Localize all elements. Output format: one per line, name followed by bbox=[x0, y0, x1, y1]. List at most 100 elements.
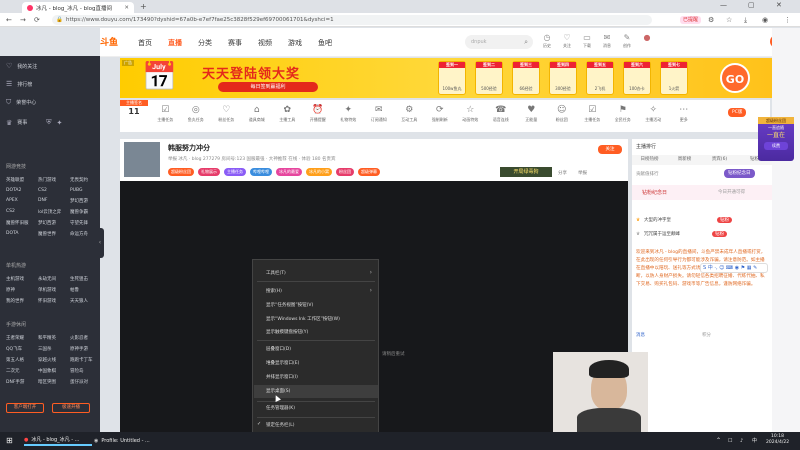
nav-home[interactable]: 首页 bbox=[138, 38, 152, 48]
prize-card[interactable]: 签到一 100w鱼丸 bbox=[438, 61, 466, 95]
category-link[interactable]: 穿越火线 bbox=[38, 357, 70, 363]
fan-club-card[interactable]: 超级粉丝团 一直追随 一直在 续费 bbox=[758, 117, 794, 161]
category-link[interactable]: DOTA bbox=[6, 231, 38, 237]
network-icon[interactable]: ☐ bbox=[728, 436, 732, 446]
tool-item[interactable]: ⚙ 互动工具 bbox=[394, 103, 425, 123]
create-button[interactable]: ✎ 创作 bbox=[620, 33, 634, 49]
profile-icon[interactable]: ◉ bbox=[762, 16, 768, 24]
menu-item-search[interactable]: 搜索(H) bbox=[266, 288, 282, 294]
category-link[interactable]: 帕鲁 bbox=[70, 287, 102, 293]
report-button[interactable]: 举报 bbox=[578, 170, 587, 176]
tool-item[interactable]: ✉ 订阅通知 bbox=[364, 103, 395, 123]
room-tag[interactable]: 冰凡的小窝 bbox=[306, 168, 332, 176]
category-link[interactable]: 天天狼人 bbox=[70, 298, 102, 304]
chat-score-tag[interactable]: 积分 bbox=[702, 332, 711, 338]
tray-up-icon[interactable]: ⌃ bbox=[716, 436, 721, 446]
ime-indicator[interactable]: 中 bbox=[752, 436, 757, 446]
tab-week[interactable]: 周新榜 bbox=[667, 155, 702, 165]
tool-item[interactable]: ☑ 主播任务 bbox=[150, 103, 181, 123]
category-link[interactable]: 我的世界 bbox=[6, 298, 38, 304]
category-link[interactable]: 和平精英 bbox=[38, 335, 70, 341]
nav-games[interactable]: 游戏 bbox=[288, 38, 302, 48]
tool-item[interactable]: ⋯ 更多 bbox=[669, 103, 700, 123]
reload-icon[interactable]: ⟳ bbox=[34, 16, 40, 24]
collapse-sidebar-handle[interactable]: ‹ bbox=[96, 228, 104, 258]
category-link[interactable]: 怀旧游戏 bbox=[38, 298, 70, 304]
emoji-toolbar[interactable]: S 中 ·, ☺ ⌨ ◉ ⚑ ▦ ✎ bbox=[700, 263, 768, 273]
category-link[interactable]: 原神手游 bbox=[70, 346, 102, 352]
category-link[interactable]: 跑跑卡丁车 bbox=[70, 357, 102, 363]
category-link[interactable]: 魔兽世界 bbox=[38, 231, 70, 237]
prize-card[interactable]: 签到七 1火箭 bbox=[660, 61, 688, 95]
category-link[interactable]: 无畏契约 bbox=[70, 177, 102, 183]
forward-icon[interactable]: → bbox=[20, 16, 26, 24]
prize-card[interactable]: 签到三 66经验 bbox=[512, 61, 540, 95]
room-tag[interactable]: 超级弹幕 bbox=[358, 168, 380, 176]
back-icon[interactable]: ← bbox=[6, 16, 12, 24]
event-banner-button[interactable]: 开局绿毒狗 bbox=[500, 167, 552, 177]
tool-item[interactable]: ♥ 正能量 bbox=[516, 103, 547, 123]
room-tag[interactable]: 主播任务 bbox=[224, 168, 246, 176]
room-tag[interactable]: 超级粉丝团 bbox=[168, 168, 194, 176]
nav-live[interactable]: 直播 bbox=[168, 38, 182, 48]
signin-banner[interactable]: 广告 📅 天天登陆领大奖 每日签到赢福利 签到一 100w鱼丸 签到二 500经验 签到… bbox=[120, 58, 772, 98]
category-link[interactable]: 单机游戏 bbox=[38, 287, 70, 293]
douyu-logo[interactable]: 斗鱼 bbox=[100, 35, 118, 48]
client-open-button[interactable]: 客户端打开 bbox=[6, 403, 44, 413]
close-tab-icon[interactable]: ✕ bbox=[124, 5, 129, 11]
category-link[interactable]: 中国象棋 bbox=[38, 368, 70, 374]
nav-video[interactable]: 视频 bbox=[258, 38, 272, 48]
address-bar[interactable]: 🔒 https://www.douyu.com/173490?dyshid=67… bbox=[52, 15, 652, 25]
menu-item-ink-workspace[interactable]: 显示“Windows Ink 工作区”按钮(W) bbox=[266, 316, 340, 322]
download-icon[interactable]: ⤓ bbox=[744, 16, 747, 24]
sidebar-item-events[interactable]: ♛ 赛事 ⛨ ✦ bbox=[6, 118, 62, 127]
volume-icon[interactable]: ♪ bbox=[740, 436, 743, 446]
close-window-icon[interactable]: ✕ bbox=[776, 1, 782, 9]
extension-badge[interactable]: 已提醒 bbox=[680, 16, 702, 24]
windows-start-icon[interactable]: ⊞ bbox=[6, 436, 13, 446]
prize-card[interactable]: 签到四 300经验 bbox=[549, 61, 577, 95]
tool-item[interactable]: ✿ 主播工具 bbox=[272, 103, 303, 123]
category-link[interactable]: 生死狙击 bbox=[70, 276, 102, 282]
tab-day[interactable]: 日榜热榜 bbox=[632, 155, 667, 165]
category-link[interactable]: CS2 bbox=[38, 188, 70, 193]
anchor-level[interactable]: 主播签名 11 bbox=[120, 100, 148, 130]
category-link[interactable]: 魔兽争霸 bbox=[70, 209, 102, 215]
category-link[interactable]: 冒险岛 bbox=[70, 368, 102, 374]
bookmark-icon[interactable]: ☆ bbox=[726, 16, 732, 24]
tool-item[interactable]: ✦ 礼物特效 bbox=[333, 103, 364, 123]
menu-item-lock-taskbar[interactable]: 锁定任务栏(L) bbox=[266, 422, 295, 428]
tool-item[interactable]: ♡ 粉丝任务 bbox=[211, 103, 242, 123]
category-link[interactable]: 二次元 bbox=[6, 368, 38, 374]
tool-item[interactable]: ☆ 动画特效 bbox=[455, 103, 486, 123]
category-link[interactable]: 暗区突围 bbox=[38, 379, 70, 385]
share-button[interactable]: 分享 bbox=[558, 170, 567, 176]
category-link[interactable]: CS2 bbox=[6, 209, 38, 215]
anchor-avatar[interactable] bbox=[124, 142, 160, 177]
category-link[interactable]: 热门游戏 bbox=[38, 177, 70, 183]
browser-tab-active[interactable]: 冰凡 - blog_冰凡 - blog直播间 ✕ bbox=[22, 2, 134, 13]
search-input[interactable]: dnpuk ⌕ bbox=[465, 35, 533, 49]
sidebar-item-follow[interactable]: ♡ 我的关注 bbox=[6, 62, 37, 70]
tool-item[interactable]: ◎ 鱼丸任务 bbox=[181, 103, 212, 123]
prize-card[interactable]: 签到二 500经验 bbox=[475, 61, 503, 95]
category-link[interactable]: 原神 bbox=[6, 287, 38, 293]
category-link[interactable]: 蛋仔派对 bbox=[70, 379, 102, 385]
extensions-icon[interactable]: ⚙ bbox=[708, 16, 714, 24]
pc-version-badge[interactable]: PC版 bbox=[728, 108, 747, 117]
menu-icon[interactable]: ⋮ bbox=[784, 16, 791, 24]
nav-category[interactable]: 分类 bbox=[198, 38, 212, 48]
category-link[interactable]: PUBG bbox=[70, 188, 102, 193]
minimize-icon[interactable]: — bbox=[720, 1, 727, 9]
quick-live-button[interactable]: 极速开播 bbox=[52, 403, 90, 413]
prize-card[interactable]: 签到六 100办卡 bbox=[623, 61, 651, 95]
menu-item-stack[interactable]: 堆叠显示窗口(E) bbox=[266, 360, 299, 366]
tool-item[interactable]: ⚑ 全民任务 bbox=[608, 103, 639, 123]
category-link[interactable]: DNF bbox=[38, 198, 70, 204]
category-link[interactable]: 梦幻西游 bbox=[38, 220, 70, 226]
room-tag[interactable]: 冰凡的最爱 bbox=[276, 168, 302, 176]
maximize-icon[interactable]: ▢ bbox=[748, 1, 755, 9]
category-link[interactable]: DNF手游 bbox=[6, 379, 38, 385]
diamond-promo[interactable]: 钻粉纪念日 今日开通可得 bbox=[632, 185, 772, 200]
taskbar-app-browser[interactable]: ● 冰凡 - blog_冰凡 - ... bbox=[24, 436, 92, 446]
